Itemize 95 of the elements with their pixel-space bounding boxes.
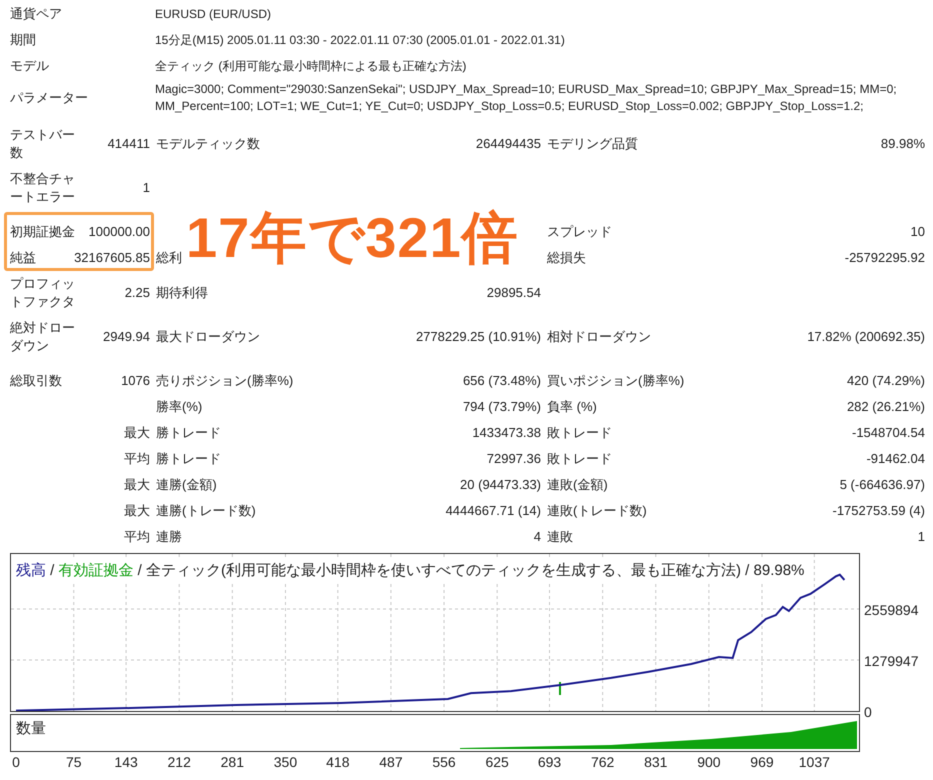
stat-label: 純益 — [10, 249, 37, 267]
field-value: 15分足(M15) 2005.01.11 03:30 - 2022.01.11 07:30 (2005.01.01 - 2022.01.31) — [155, 32, 566, 48]
legend-text: / 全ティック(利用可能な最小時間枠を使いすべてのティックを生成する、最も正確な方法) / 89.98% — [136, 562, 804, 579]
stat-value: 414411 — [108, 135, 150, 153]
stat-label: 連敗 — [547, 528, 573, 546]
stat-label: 敗トレード — [547, 450, 612, 468]
field-label: 通貨ペア — [10, 5, 63, 24]
stat-value: 5 (-664636.97) — [840, 476, 925, 494]
stat-label: 絶対ドローダウン — [10, 319, 76, 355]
stat-value: 282 (26.21%) — [846, 398, 925, 416]
stat-label: モデルティック数 — [156, 135, 260, 153]
stat-label: 最大ドローダウン — [156, 328, 260, 346]
stat-label: 期待利得 — [156, 284, 208, 302]
axis-label: 1279947 — [864, 652, 919, 671]
stat-value: 1076 — [121, 372, 150, 390]
stat-value: 420 (74.29%) — [846, 372, 925, 390]
stat-value: 264494435 — [476, 135, 541, 153]
axis-label: 1037 — [798, 753, 830, 772]
axis-label: 900 — [697, 753, 721, 772]
stat-label: テストバー数 — [10, 126, 76, 162]
stat-label: 連敗(金額) — [547, 476, 608, 494]
stat-label: 勝トレード — [156, 450, 221, 468]
annotation-text: 17年で321倍 — [186, 205, 519, 271]
axis-label: 212 — [168, 753, 191, 772]
stat-label: 売りポジション(勝率%) — [156, 372, 294, 390]
stat-label: 総取引数 — [10, 372, 63, 390]
axis-label: 556 — [432, 753, 456, 772]
stat-value: -1548704.54 — [852, 424, 925, 442]
field-value: 全ティック (利用可能な最小時間枠による最も正確な方法) — [155, 58, 468, 74]
stat-value: 32167605.85 — [74, 249, 150, 267]
stat-value: 1433473.38 — [472, 424, 541, 442]
stat-label: プロフィットファクタ — [10, 275, 76, 311]
stat-value: -91462.04 — [866, 450, 925, 468]
stat-label: モデリング品質 — [547, 135, 638, 153]
axis-label: 75 — [66, 753, 82, 772]
stat-value: 4444667.71 (14) — [446, 502, 541, 520]
stat-value: 最大 — [124, 476, 150, 494]
axis-label: 0 — [12, 753, 20, 772]
stat-value: 2.25 — [124, 284, 150, 302]
stat-value: 100000.00 — [88, 223, 150, 241]
stat-label: スプレッド — [547, 223, 612, 241]
axis-label: 418 — [326, 753, 350, 772]
stat-label: 総利 — [156, 249, 182, 267]
stat-value: 794 (73.79%) — [462, 398, 541, 416]
stat-value: 1 — [918, 528, 925, 546]
stat-value: 2778229.25 (10.91%) — [416, 328, 541, 346]
axis-label: 762 — [590, 753, 614, 772]
stat-value: 4 — [534, 528, 541, 546]
field-value: Magic=3000; Comment="29030:SanzenSekai"; USDJPY_Max_Spread=10; EURUSD_Max_Spread=10; GBPJPY_Max_Spread=15; MM=0; MM_Percent=100; LOT=1; WE_Cut=1; YE_Cut=0; USDJPY_Stop_Loss=0.5; EURUSD_Stop_Loss=0.002; GBPJPY_Stop_Loss=1.2; — [155, 81, 898, 115]
legend-text: / — [49, 562, 56, 579]
stat-label: 勝トレード — [156, 424, 221, 442]
axis-label: 0 — [864, 703, 872, 722]
axis-label: 831 — [644, 753, 668, 772]
stat-label: 初期証拠金 — [10, 223, 76, 241]
stat-label: 相対ドローダウン — [547, 328, 651, 346]
field-value: EURUSD (EUR/USD) — [155, 6, 272, 22]
stat-label: 連勝 — [156, 528, 182, 546]
stat-value: 72997.36 — [486, 450, 541, 468]
stat-value: 1 — [142, 179, 150, 197]
stat-value: 平均 — [124, 528, 150, 546]
stat-label: 連勝(トレード数) — [156, 502, 256, 520]
axis-label: 2559894 — [864, 600, 919, 620]
stat-label: 連敗(トレード数) — [547, 502, 647, 520]
volume-label: 数量 — [16, 719, 46, 739]
stat-value: -1752753.59 (4) — [832, 502, 925, 520]
axis-label: 693 — [538, 753, 562, 772]
legend-text: 残高 — [16, 562, 46, 579]
stat-value: 89.98% — [880, 135, 925, 153]
stat-label: 連勝(金額) — [156, 476, 217, 494]
stat-label: 敗トレード — [547, 424, 612, 442]
stat-value: 2949.94 — [103, 328, 150, 346]
stat-value: 17.82% (200692.35) — [807, 328, 925, 346]
stat-value: 平均 — [124, 450, 150, 468]
stat-value: 656 (73.48%) — [462, 372, 541, 390]
legend-text: 有効証拠金 — [58, 562, 134, 579]
stat-value: -25792295.92 — [844, 249, 925, 267]
axis-label: 143 — [114, 753, 138, 772]
stat-label: 負率 (%) — [547, 398, 597, 416]
stat-label: 不整合チャートエラー — [10, 170, 76, 206]
stat-label: 買いポジション(勝率%) — [547, 372, 684, 390]
stat-label: 総損失 — [547, 249, 586, 267]
field-label: パラメーター — [10, 89, 89, 108]
axis-label: 350 — [274, 753, 298, 772]
axis-label: 281 — [220, 753, 244, 772]
axis-label: 625 — [485, 753, 509, 772]
axis-label: 969 — [750, 753, 774, 772]
stat-value: 10 — [910, 223, 925, 241]
stat-value: 29895.54 — [486, 284, 541, 302]
field-label: モデル — [10, 57, 50, 76]
stat-value: 最大 — [124, 424, 150, 442]
axis-label: 487 — [379, 753, 403, 772]
stat-value: 最大 — [124, 502, 150, 520]
stat-label: 勝率(%) — [156, 398, 202, 416]
stat-value: 20 (94473.33) — [460, 476, 541, 494]
field-label: 期間 — [10, 31, 37, 50]
